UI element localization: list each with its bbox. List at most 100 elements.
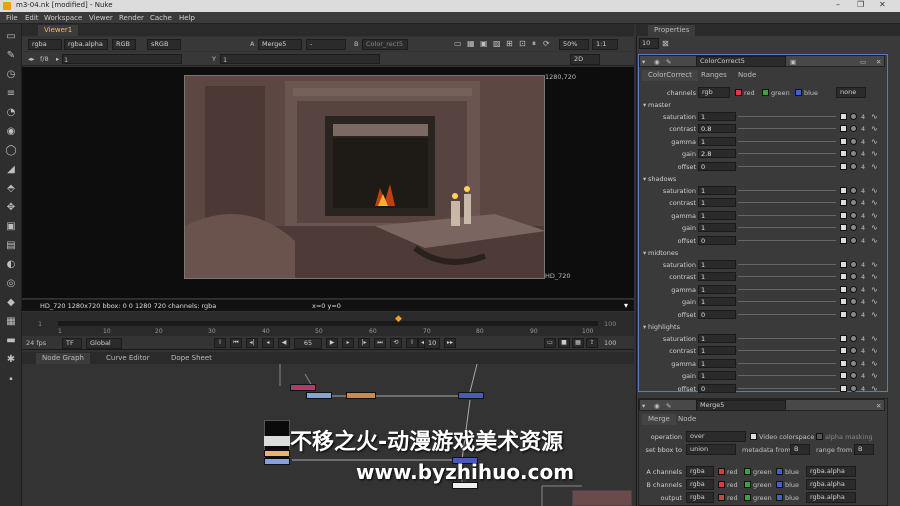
animation-curve-icon[interactable]: ∿ (871, 137, 878, 146)
param-value-field[interactable]: 0 (698, 309, 736, 319)
param-value-field[interactable]: 1 (698, 334, 736, 343)
blue-checkbox[interactable] (795, 89, 802, 96)
checker-icon[interactable]: ▦ (467, 39, 475, 48)
gain-icon[interactable]: ◂▸ (28, 55, 35, 63)
last-frame-button[interactable]: ⏭ (374, 338, 386, 348)
color-wheel-icon[interactable] (850, 125, 857, 133)
plugin-icon[interactable]: ✱ (4, 353, 18, 367)
node-blue-1[interactable] (306, 392, 332, 399)
param-slider[interactable] (738, 153, 836, 155)
color-swatch-icon[interactable]: ▣ (790, 58, 796, 66)
timeline[interactable]: 1 100 1 10 20 30 40 50 60 70 80 90 100 ◆ (22, 312, 634, 336)
3d-icon[interactable]: ✥ (4, 201, 18, 215)
input-b-dropdown[interactable]: Color_rect5 (362, 39, 408, 50)
tab-merge[interactable]: Merge (642, 414, 676, 425)
param-slider[interactable] (738, 313, 836, 315)
color-wheel-icon[interactable] (850, 113, 857, 120)
color-wheel-icon[interactable] (850, 372, 857, 380)
tab-colorcorrect[interactable]: ColorCorrect (642, 70, 698, 81)
animation-curve-icon[interactable]: ∿ (871, 223, 878, 232)
color-picker-icon[interactable] (840, 113, 847, 120)
a-green-checkbox[interactable] (744, 468, 751, 475)
current-frame-field[interactable]: 65 (294, 338, 322, 349)
color-picker-icon[interactable] (840, 372, 847, 380)
prev-key-button[interactable]: ◂| (246, 338, 258, 348)
color-picker-icon[interactable] (840, 310, 847, 318)
green-checkbox[interactable] (762, 89, 769, 96)
color-picker-icon[interactable] (840, 137, 847, 145)
a-blue-checkbox[interactable] (776, 468, 783, 475)
param-value-field[interactable]: 1 (698, 371, 736, 381)
menu-workspace[interactable]: Workspace (44, 14, 82, 22)
color-picker-icon[interactable] (840, 359, 847, 367)
animation-curve-icon[interactable]: ∿ (871, 310, 878, 319)
section-highlights[interactable]: highlights (648, 323, 680, 331)
param-slider[interactable] (738, 264, 836, 265)
param-slider[interactable] (738, 128, 836, 130)
roi-icon[interactable]: ▭ (454, 39, 462, 48)
merge-collapse-icon[interactable]: ▾ (642, 402, 645, 410)
transform-icon[interactable]: ⬘ (4, 182, 18, 196)
step-forward-button[interactable]: ▸▸ (444, 338, 456, 348)
color-wheel-icon[interactable] (850, 236, 857, 244)
lock-icon[interactable]: ⊡ (519, 39, 526, 48)
lut-dropdown[interactable]: sRGB (147, 39, 181, 50)
param-slider[interactable] (738, 202, 836, 204)
tab-merge-node[interactable]: Node (672, 414, 702, 425)
range-dropdown[interactable]: Global (86, 338, 122, 349)
color-wheel-icon[interactable] (850, 335, 857, 342)
loop-button[interactable]: ⟲ (390, 338, 402, 348)
animation-curve-icon[interactable]: ∿ (871, 384, 878, 393)
red-checkbox[interactable] (735, 89, 742, 96)
time-icon[interactable]: ◷ (4, 68, 18, 82)
color-wheel-icon[interactable] (850, 347, 857, 355)
color-picker-icon[interactable] (840, 187, 847, 194)
param-slider[interactable] (738, 190, 836, 191)
color-picker-icon[interactable] (840, 273, 847, 281)
color-wheel-icon[interactable] (850, 273, 857, 281)
node-orange[interactable] (346, 392, 376, 399)
stop-button[interactable]: ■ (558, 338, 570, 348)
input-a-dropdown[interactable]: Merge5 (258, 39, 302, 50)
param-value-field[interactable]: 1 (698, 198, 736, 208)
gain-slider-arrow-icon[interactable]: ▸ (56, 55, 59, 63)
furnace-icon[interactable]: ▬ (4, 334, 18, 348)
merge-settings-icon[interactable]: ◉ (654, 402, 660, 410)
node-merge-top[interactable] (458, 392, 484, 399)
metadata-select[interactable]: B (790, 444, 810, 455)
metadata-icon[interactable]: ▤ (4, 239, 18, 253)
menu-file[interactable]: File (6, 14, 18, 22)
animation-curve-icon[interactable]: ∿ (871, 297, 878, 306)
merge-close-icon[interactable]: ✕ (876, 402, 881, 410)
param-slider[interactable] (738, 227, 836, 229)
param-value-field[interactable]: 1 (698, 112, 736, 121)
animation-curve-icon[interactable]: ∿ (871, 371, 878, 380)
channels-dropdown[interactable]: rgba (28, 39, 62, 50)
maximize-button[interactable]: ❐ (857, 0, 864, 9)
next-frame-button[interactable]: ▸ (342, 338, 354, 348)
section-midtones[interactable]: midtones (648, 249, 678, 257)
color-picker-icon[interactable] (840, 125, 847, 133)
animation-curve-icon[interactable]: ∿ (871, 359, 878, 368)
color-wheel-icon[interactable] (850, 137, 857, 145)
close-panel-icon[interactable]: ✕ (876, 58, 881, 66)
param-slider[interactable] (738, 301, 836, 303)
float-panel-icon[interactable]: ▭ (860, 58, 866, 66)
colorcorrect-name-field[interactable]: ColorCorrect5 (696, 56, 786, 67)
image-icon[interactable]: ▭ (4, 30, 18, 44)
tab-properties[interactable]: Properties (648, 25, 696, 36)
color-icon[interactable]: ◔ (4, 106, 18, 120)
color-wheel-icon[interactable] (850, 384, 857, 392)
merge-wrench-icon[interactable]: ✎ (666, 402, 671, 410)
color-wheel-icon[interactable] (850, 187, 857, 194)
animation-curve-icon[interactable]: ∿ (871, 186, 878, 195)
node-settings-icon[interactable]: ◉ (654, 58, 660, 66)
param-value-field[interactable]: 0.8 (698, 124, 736, 134)
deep-icon[interactable]: ◐ (4, 258, 18, 272)
export-button[interactable]: ⇪ (586, 338, 598, 348)
end-frame-field[interactable]: 100 (604, 339, 616, 347)
param-slider[interactable] (738, 350, 836, 352)
color-wheel-icon[interactable] (850, 310, 857, 318)
animation-curve-icon[interactable]: ∿ (871, 198, 878, 207)
colorspace-dropdown[interactable]: RGB (112, 39, 136, 50)
